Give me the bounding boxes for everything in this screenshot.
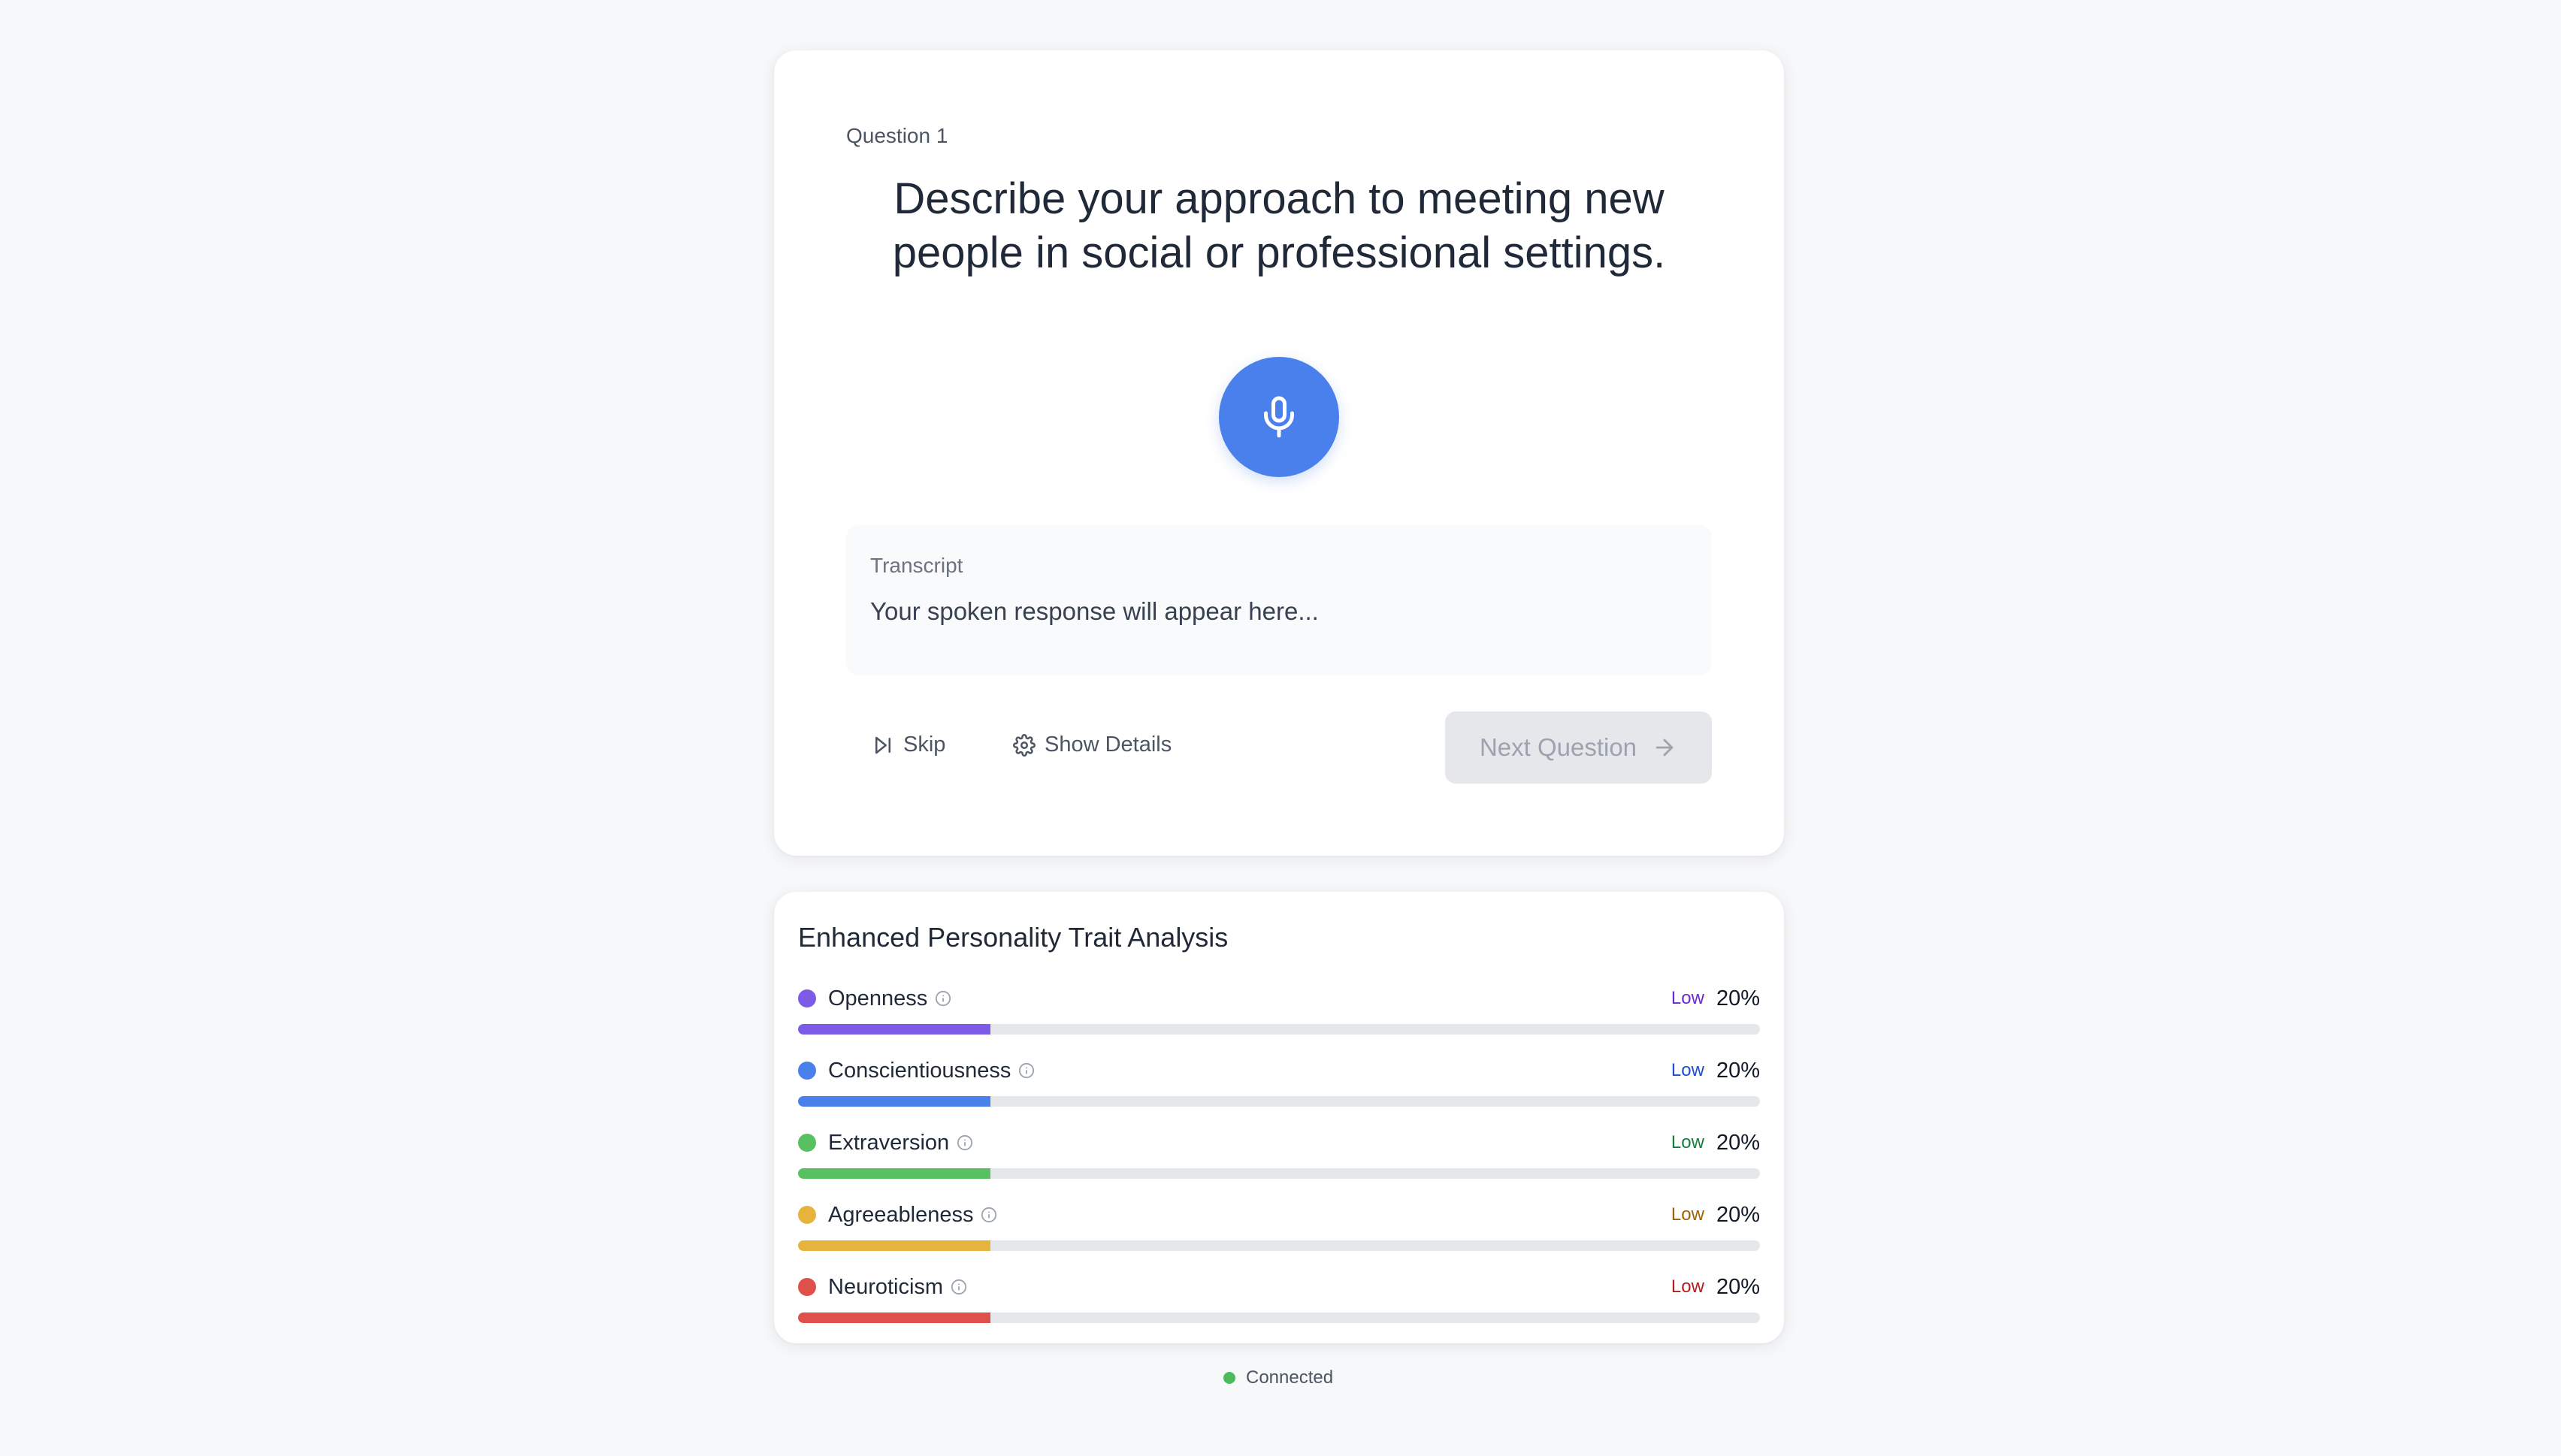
trait-bar-track <box>798 1096 1760 1107</box>
trait-analysis-card: Enhanced Personality Trait Analysis Open… <box>774 892 1784 1343</box>
trait-color-dot <box>798 1134 816 1152</box>
trait-bar-track <box>798 1168 1760 1179</box>
trait-level: Low <box>1671 1132 1704 1152</box>
trait-level: Low <box>1671 1276 1704 1297</box>
show-details-label: Show Details <box>1045 733 1172 757</box>
trait-color-dot <box>798 1278 816 1296</box>
transcript-text: Your spoken response will appear here... <box>870 597 1319 625</box>
trait-percent: 20% <box>1716 986 1760 1010</box>
trait-header: Neuroticism Low 20% <box>798 1270 1760 1303</box>
trait-color-dot <box>798 989 816 1007</box>
skip-label: Skip <box>903 733 946 757</box>
trait-percent: 20% <box>1716 1202 1760 1227</box>
question-number: Question 1 <box>846 124 948 147</box>
trait-header: Extraversion Low 20% <box>798 1126 1760 1159</box>
transcript-box: Transcript Your spoken response will app… <box>846 525 1712 675</box>
trait-row-extraversion: Extraversion Low 20% <box>798 1126 1760 1183</box>
trait-bar-track <box>798 1313 1760 1323</box>
trait-color-dot <box>798 1062 816 1080</box>
trait-row-agreeableness: Agreeableness Low 20% <box>798 1198 1760 1255</box>
trait-name: Openness <box>828 986 928 1010</box>
arrow-right-icon <box>1652 735 1677 760</box>
microphone-icon <box>1256 394 1302 440</box>
trait-level: Low <box>1671 988 1704 1008</box>
trait-percent: 20% <box>1716 1058 1760 1083</box>
trait-name: Agreeableness <box>828 1202 974 1227</box>
trait-row-openness: Openness Low 20% <box>798 982 1760 1039</box>
trait-percent: 20% <box>1716 1274 1760 1299</box>
skip-button[interactable]: Skip <box>872 733 945 757</box>
info-icon[interactable] <box>935 990 951 1007</box>
trait-bar-fill <box>798 1313 990 1323</box>
info-icon[interactable] <box>957 1134 973 1151</box>
skip-forward-icon <box>872 734 894 757</box>
trait-percent: 20% <box>1716 1130 1760 1155</box>
trait-bar-fill <box>798 1168 990 1179</box>
question-card: Question 1 Describe your approach to mee… <box>774 50 1784 856</box>
trait-header: Agreeableness Low 20% <box>798 1198 1760 1231</box>
record-button[interactable] <box>1219 357 1339 477</box>
gear-icon <box>1013 733 1036 757</box>
trait-bar-track <box>798 1240 1760 1251</box>
next-question-button[interactable]: Next Question <box>1445 711 1712 784</box>
trait-name: Neuroticism <box>828 1274 944 1299</box>
trait-bar-fill <box>798 1024 990 1035</box>
trait-row-neuroticism: Neuroticism Low 20% <box>798 1270 1760 1328</box>
trait-header: Openness Low 20% <box>798 982 1760 1015</box>
status-label: Connected <box>1246 1367 1334 1388</box>
info-icon[interactable] <box>951 1279 967 1295</box>
trait-color-dot <box>798 1206 816 1224</box>
show-details-button[interactable]: Show Details <box>1013 733 1172 757</box>
connection-status: Connected <box>1223 1367 1333 1388</box>
question-text: Describe your approach to meeting new pe… <box>892 174 1666 277</box>
trait-bar-track <box>798 1024 1760 1035</box>
trait-level: Low <box>1671 1060 1704 1080</box>
trait-row-conscientiousness: Conscientiousness Low 20% <box>798 1054 1760 1111</box>
trait-bar-fill <box>798 1096 990 1107</box>
info-icon[interactable] <box>1018 1062 1035 1079</box>
trait-analysis-title: Enhanced Personality Trait Analysis <box>798 922 1229 953</box>
transcript-label: Transcript <box>870 554 963 577</box>
trait-level: Low <box>1671 1204 1704 1225</box>
next-question-label: Next Question <box>1479 733 1637 761</box>
trait-header: Conscientiousness Low 20% <box>798 1054 1760 1087</box>
info-icon[interactable] <box>981 1207 997 1223</box>
trait-name: Extraversion <box>828 1130 950 1155</box>
trait-bar-fill <box>798 1240 990 1251</box>
status-dot <box>1223 1372 1235 1384</box>
trait-name: Conscientiousness <box>828 1058 1011 1083</box>
